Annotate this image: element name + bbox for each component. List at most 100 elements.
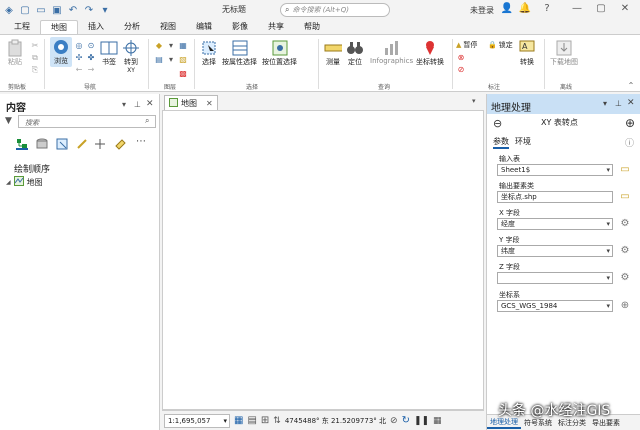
cut-icon[interactable]: ✂	[30, 41, 40, 50]
new-project-icon[interactable]: ▢	[18, 3, 32, 17]
fixed-zoom-out-icon[interactable]: ✤	[86, 53, 96, 62]
convert-labels-button[interactable]: A 转换	[518, 39, 536, 67]
pause-labeling-button[interactable]: ▲ 暂停	[456, 40, 477, 50]
add-icon[interactable]: ⊕	[625, 116, 635, 130]
dropdown-arrow-icon[interactable]: ▾	[166, 41, 176, 50]
sign-in-status[interactable]: 未登录	[470, 5, 494, 16]
undo-icon[interactable]: ↶	[66, 3, 80, 17]
list-by-snapping-icon[interactable]	[94, 138, 106, 152]
tab-edit[interactable]: 编辑	[186, 20, 222, 34]
customize-qat-icon[interactable]: ▾	[98, 3, 112, 17]
explore-button[interactable]: 浏览	[50, 37, 72, 67]
tab-list-dropdown-icon[interactable]: ▾	[472, 97, 476, 105]
tab-environments[interactable]: 环境	[515, 136, 531, 147]
command-search-input[interactable]: ⌕ 命令搜索 (Alt+Q)	[280, 3, 390, 17]
more-options-icon[interactable]: ⋯	[136, 136, 146, 147]
basemap-icon[interactable]: ▦	[178, 41, 188, 50]
clear-icon[interactable]: ▩	[178, 69, 188, 78]
input-table-field[interactable]: Sheet1$ ▾	[497, 164, 613, 176]
map-tree-item[interactable]: ◢ 地图	[6, 176, 43, 188]
gear-icon[interactable]: ⚙	[619, 218, 631, 230]
pane-options-icon[interactable]: ▾	[603, 99, 607, 108]
scale-selector[interactable]: 1:1,695,057 ▾	[164, 413, 230, 428]
unplaced-labels-icon[interactable]: ⊗	[456, 53, 466, 62]
table-view-icon[interactable]: ▤	[247, 415, 256, 426]
locate-button[interactable]: 定位	[346, 39, 364, 67]
filter-icon[interactable]: ▼	[5, 116, 12, 126]
open-folder-icon[interactable]: ▭	[34, 3, 48, 17]
select-by-attributes-button[interactable]: 按属性选择	[222, 39, 257, 67]
add-preset-icon[interactable]: ▤	[154, 55, 164, 64]
collapse-ribbon-icon[interactable]: ⌃	[626, 81, 636, 90]
grid-view-icon[interactable]: ▦	[234, 415, 243, 426]
copy-icon[interactable]: ⧉	[30, 53, 40, 62]
tab-insert[interactable]: 插入	[78, 20, 114, 34]
zoom-selected-icon[interactable]: ⊙	[86, 41, 96, 50]
map-canvas[interactable]	[162, 110, 484, 410]
contents-search-input[interactable]: 搜索 ⌕	[18, 115, 156, 128]
zoom-full-extent-icon[interactable]: ◎	[74, 41, 84, 50]
pin-icon[interactable]: ⊥	[615, 99, 622, 108]
help-icon[interactable]: ⓘ	[625, 136, 634, 149]
tab-analysis[interactable]: 分析	[114, 20, 150, 34]
tab-view[interactable]: 视图	[150, 20, 186, 34]
measure-button[interactable]: 测量	[324, 39, 342, 67]
display-options-icon[interactable]: ⊞	[261, 415, 269, 426]
download-map-button[interactable]: 下载地图	[550, 39, 578, 67]
help-icon[interactable]: ?	[540, 3, 554, 14]
gear-icon[interactable]: ⚙	[619, 272, 631, 284]
browse-folder-icon[interactable]: ▭	[619, 191, 631, 203]
next-extent-icon[interactable]: →	[86, 65, 96, 74]
tab-parameters[interactable]: 参数	[493, 136, 509, 149]
tab-help[interactable]: 帮助	[294, 20, 330, 34]
z-field-select[interactable]: ▾	[497, 272, 613, 284]
tab-share[interactable]: 共享	[258, 20, 294, 34]
select-button[interactable]: 选择	[200, 39, 218, 67]
bookmarks-button[interactable]: 书签	[100, 39, 118, 67]
y-field-select[interactable]: 纬度 ▾	[497, 245, 613, 257]
more-labeling-icon[interactable]: ⊘	[456, 65, 466, 74]
add-data-icon[interactable]: ◆	[154, 41, 164, 50]
infographics-button[interactable]: Infographics	[370, 39, 413, 65]
list-by-drawing-order-icon[interactable]	[16, 138, 28, 150]
expand-arrow-icon[interactable]: ◢	[6, 179, 11, 186]
list-by-data-source-icon[interactable]	[36, 138, 48, 152]
close-pane-icon[interactable]: ✕	[146, 99, 154, 109]
globe-icon[interactable]: ⊕	[619, 300, 631, 312]
fixed-zoom-in-icon[interactable]: ✣	[74, 53, 84, 62]
minimize-icon[interactable]: —	[570, 3, 584, 14]
rotation-icon[interactable]: ⇅	[273, 416, 281, 426]
notification-bell-icon[interactable]: 🔔	[518, 3, 532, 14]
gear-icon[interactable]: ⚙	[619, 245, 631, 257]
tab-project[interactable]: 工程	[4, 20, 40, 34]
close-icon[interactable]: ✕	[618, 3, 632, 14]
map-view-tab[interactable]: 地图 ✕	[164, 95, 218, 110]
pane-options-icon[interactable]: ▾	[122, 100, 126, 109]
output-feature-class-field[interactable]: 坐标点.shp	[497, 191, 613, 203]
close-pane-icon[interactable]: ✕	[627, 98, 635, 108]
x-field-select[interactable]: 经度 ▾	[497, 218, 613, 230]
list-by-selection-icon[interactable]	[56, 138, 68, 152]
dropdown-arrow-icon[interactable]: ▾	[166, 55, 176, 64]
copy-path-icon[interactable]: ⎘	[30, 65, 40, 74]
coordinate-conversion-button[interactable]: 坐标转换	[416, 39, 444, 67]
redo-icon[interactable]: ↷	[82, 3, 96, 17]
list-by-labeling-icon[interactable]	[114, 138, 126, 152]
coordinate-system-select[interactable]: GCS_WGS_1984 ▾	[497, 300, 613, 312]
browse-folder-icon[interactable]: ▭	[619, 164, 631, 176]
back-arrow-icon[interactable]: ⊖	[493, 117, 502, 130]
tab-imagery[interactable]: 影像	[222, 20, 258, 34]
previous-extent-icon[interactable]: ←	[74, 65, 84, 74]
refresh-icon[interactable]: ↻	[402, 415, 410, 426]
pin-icon[interactable]: ⊥	[134, 100, 141, 109]
tab-map[interactable]: 地图	[40, 20, 78, 34]
selection-count-icon[interactable]: ⊘	[390, 416, 398, 426]
select-by-location-button[interactable]: 按位置选择	[262, 39, 297, 67]
save-icon[interactable]: ▣	[50, 3, 64, 17]
paste-button[interactable]: 粘贴	[6, 39, 24, 67]
snapping-icon[interactable]: ▦	[433, 416, 442, 426]
goto-xy-button[interactable]: 转到 XY	[122, 39, 140, 74]
close-tab-icon[interactable]: ✕	[206, 99, 213, 108]
add-graphics-layer-icon[interactable]: ▧	[178, 55, 188, 64]
pause-drawing-icon[interactable]: ❚❚	[414, 416, 429, 426]
